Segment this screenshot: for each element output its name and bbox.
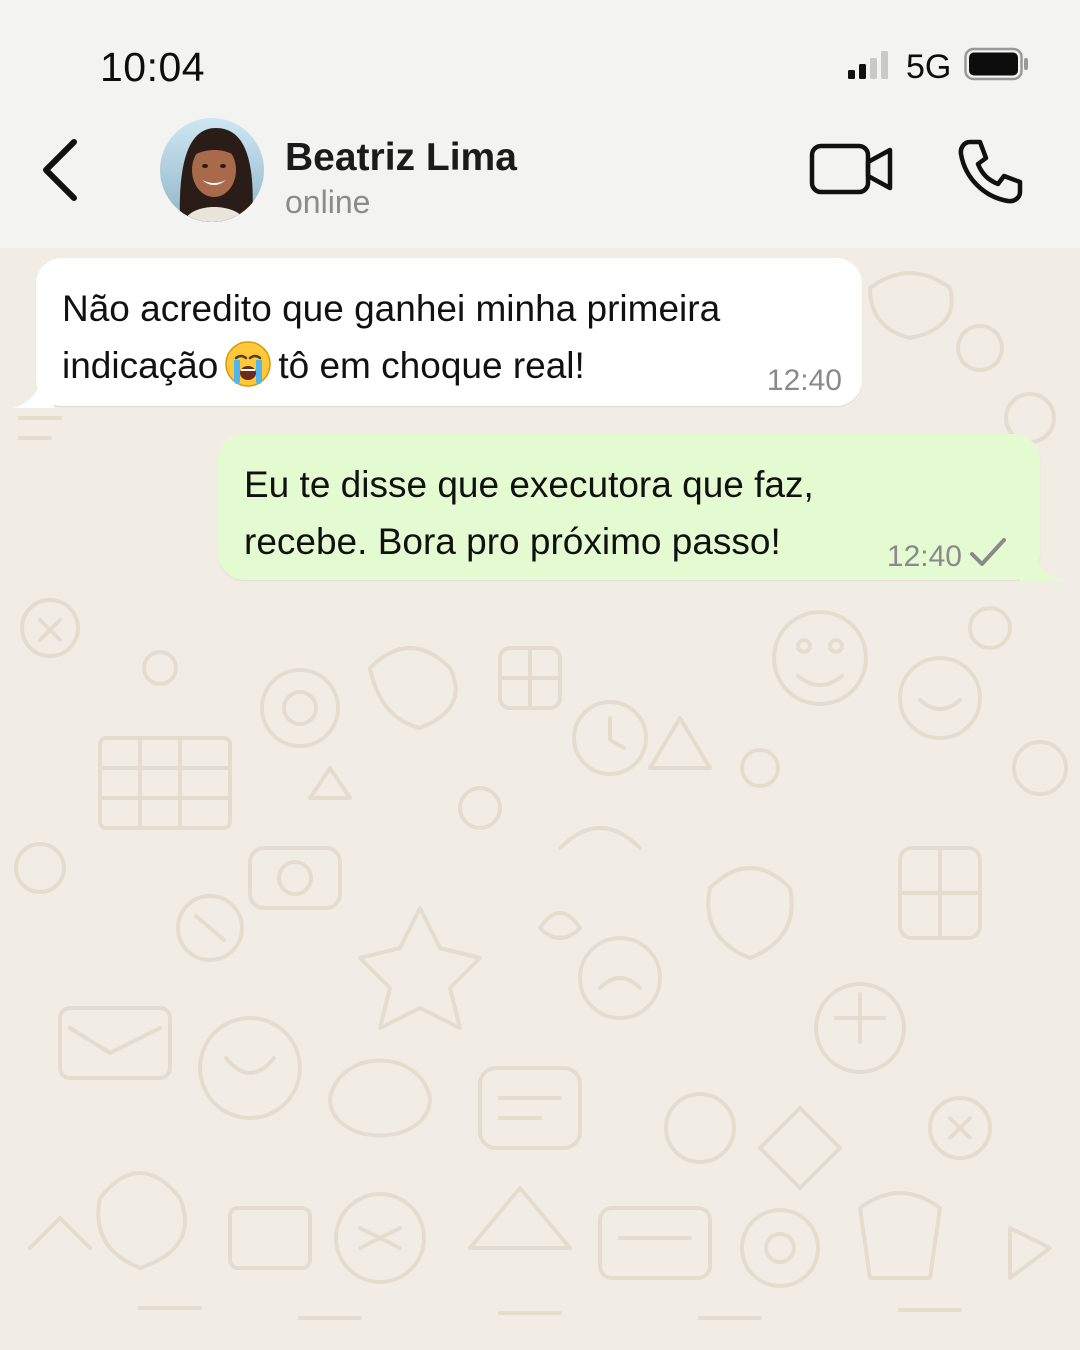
message-line: indicação [62, 345, 219, 386]
message-time: 12:40 [886, 540, 962, 573]
message-text: Não acredito que ganhei minha primeira i… [62, 280, 836, 394]
message-line: tô em choque real! [278, 345, 585, 386]
chat-wallpaper [14, 271, 1068, 1320]
message-bubble-incoming[interactable]: Não acredito que ganhei minha primeira i… [14, 258, 862, 408]
chat-area[interactable]: Não acredito que ganhei minha primeira i… [0, 248, 1080, 1350]
loudly-crying-face-icon [225, 341, 272, 387]
message-line: Eu te disse que executora que faz, [244, 464, 814, 505]
avatar[interactable] [160, 118, 264, 222]
status-time: 10:04 [100, 44, 206, 90]
chat-header: Beatriz Lima online [0, 112, 1080, 248]
battery-icon [964, 47, 1028, 81]
chevron-left-icon [43, 139, 77, 201]
phone-icon [958, 139, 1023, 204]
message-line: Não acredito que ganhei minha primeira [62, 288, 721, 329]
status-bar: 10:04 5G [0, 0, 1080, 112]
contact-status: online [285, 184, 371, 220]
bubble-tail [14, 382, 54, 408]
voice-call-button[interactable] [952, 134, 1028, 210]
message-line: recebe. Bora pro próximo passo! [244, 521, 781, 562]
message-bubble-outgoing[interactable]: Eu te disse que executora que faz, receb… [218, 434, 1064, 582]
video-camera-icon [809, 143, 893, 195]
message-time: 12:40 [766, 364, 842, 397]
video-call-button[interactable] [808, 138, 896, 200]
contact-name[interactable]: Beatriz Lima [285, 136, 517, 180]
network-label: 5G [906, 48, 952, 86]
single-check-icon [970, 538, 1006, 566]
contact-photo [160, 118, 264, 222]
back-button[interactable] [30, 132, 96, 208]
bubble-tail [1020, 556, 1064, 582]
signal-icon [848, 51, 888, 79]
